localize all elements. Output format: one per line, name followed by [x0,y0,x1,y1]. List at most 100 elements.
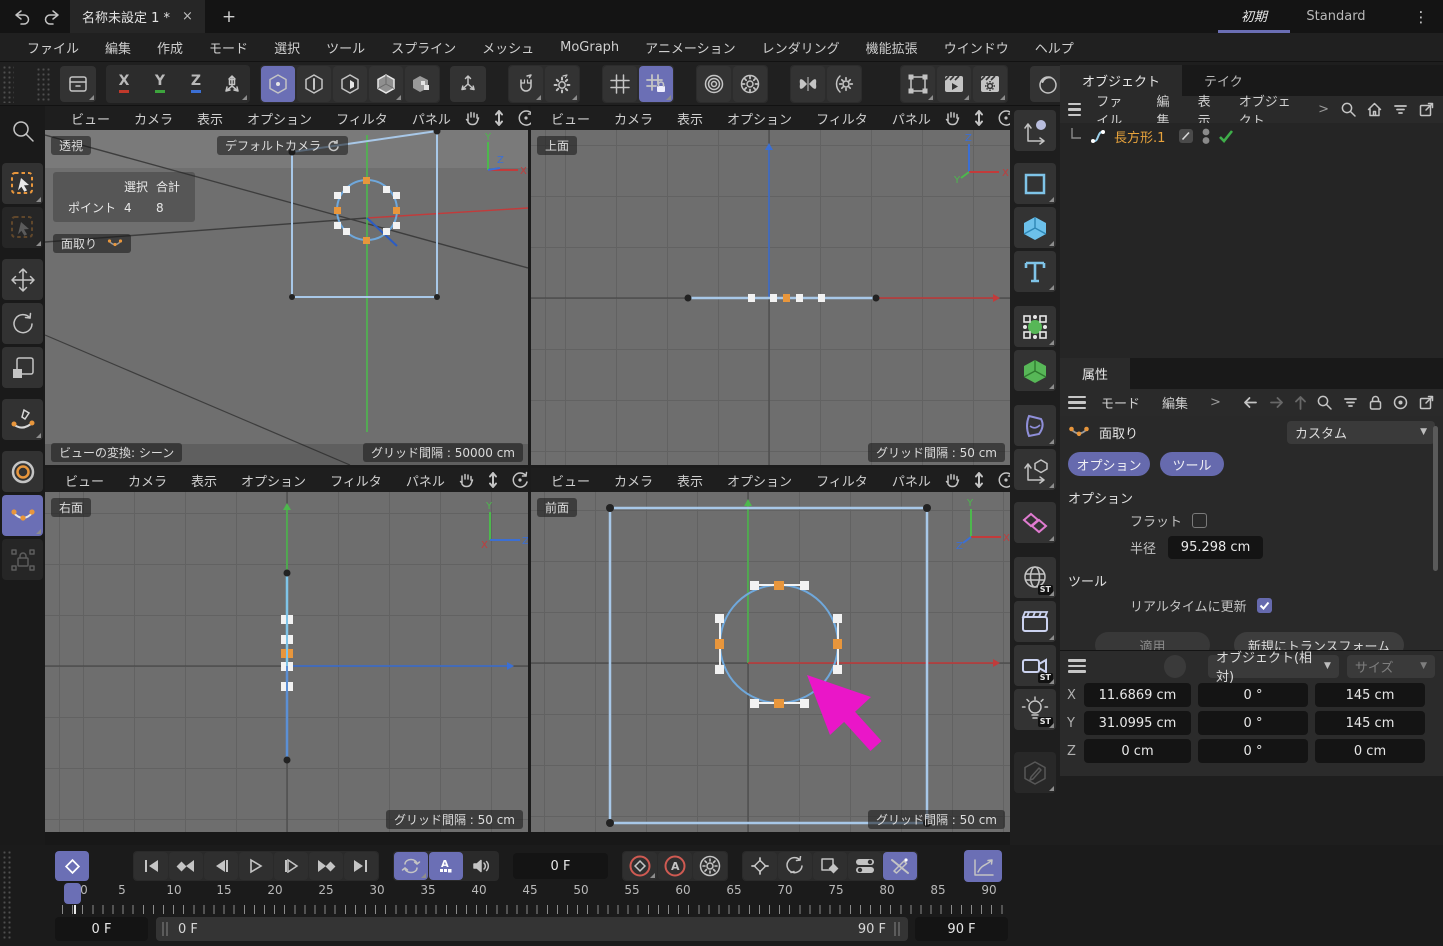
filter-parameter-icon[interactable] [848,852,882,880]
attr-menu-overflow[interactable]: > [1199,395,1232,410]
snap-settings-gear-icon[interactable] [545,66,579,102]
symmetry-butterfly-icon[interactable] [791,66,825,102]
rectangle-selection-tool-icon[interactable] [2,207,43,248]
goto-start-icon[interactable] [134,852,168,880]
texture-mode-icon[interactable] [405,66,439,102]
om-menu-overflow[interactable]: > [1307,102,1340,117]
vp-menu-display[interactable]: 表示 [179,471,229,490]
open-timeline-window-icon[interactable] [964,850,1002,882]
vp-menu-options[interactable]: オプション [715,109,804,128]
panel-menu-icon[interactable] [1068,103,1081,117]
subdivision-surface-icon[interactable] [1014,306,1056,347]
pan-hand-icon[interactable] [943,471,961,489]
menu-animation[interactable]: アニメーション [632,38,748,57]
vp-menu-display[interactable]: 表示 [665,109,715,128]
viewport-perspective-canvas[interactable]: Y X Z 透視 デフォルトカメラ 選択合計 ポイント48 面取り [45,130,528,465]
scale-tool-icon[interactable] [2,347,43,388]
coordinate-system-icon[interactable] [215,66,249,102]
parent-up-icon[interactable] [1294,395,1307,410]
null-axis-icon[interactable] [1014,449,1056,490]
search-commander-icon[interactable] [2,111,43,152]
timeline-drag-handle[interactable] [2,850,12,940]
record-keyframe-icon[interactable] [623,852,657,880]
realtime-checkbox[interactable] [1257,598,1272,613]
set-keyframe-button[interactable] [55,851,89,881]
search-icon[interactable] [1316,394,1333,411]
lock-workplane-icon[interactable] [639,66,673,102]
vp-menu-panel[interactable]: パネル [394,471,457,490]
vp-menu-filter[interactable]: フィルタ [804,109,880,128]
lock-y-button[interactable]: Y [143,66,177,102]
options-section-header[interactable]: オプション [1060,480,1443,507]
filter-icon[interactable] [1342,394,1359,411]
spline-primitives-icon[interactable] [1014,163,1056,204]
rotation-b-field[interactable]: 0 ° [1198,739,1308,763]
timeline-scrollbar[interactable]: 0 F 90 F [156,917,908,941]
layout-tab-initial[interactable]: 初期 [1218,0,1290,33]
menu-window[interactable]: ウインドウ [931,38,1022,57]
chamfer-tool-icon[interactable] [2,495,43,536]
render-settings-icon[interactable] [973,66,1007,102]
position-y-field[interactable]: 31.0995 cm [1084,711,1191,735]
coordinate-mode-dropdown[interactable]: オブジェクト(相対) ▼ [1208,655,1339,678]
attribute-scrollbar[interactable] [1433,426,1438,571]
autokey-record-icon[interactable]: A [658,852,692,880]
primitive-cube-icon[interactable] [1014,207,1056,248]
previous-frame-icon[interactable] [204,852,238,880]
pan-hand-icon[interactable] [463,109,481,127]
dolly-zoom-icon[interactable] [485,471,501,489]
magnet-locked-tool-icon[interactable] [2,539,43,580]
rotate-tool-icon[interactable] [2,303,43,344]
dolly-zoom-icon[interactable] [971,109,987,127]
autokey-icon[interactable]: A [429,852,463,880]
position-x-field[interactable]: 11.6869 cm [1084,683,1191,707]
menu-render[interactable]: レンダリング [749,38,853,57]
deformer-bend-icon[interactable] [1014,405,1056,446]
edge-mode-icon[interactable] [297,66,331,102]
filter-scale-icon[interactable] [813,852,847,880]
menu-help[interactable]: ヘルプ [1022,38,1087,57]
spline-pen-tool-icon[interactable] [2,399,43,440]
object-name[interactable]: 長方形.1 [1114,127,1165,146]
vp-menu-options[interactable]: オプション [715,471,804,490]
history-forward-icon[interactable] [1268,395,1285,410]
tool-page-button[interactable]: ツール [1160,452,1224,476]
search-icon[interactable] [1340,101,1357,118]
vp-menu-display[interactable]: 表示 [665,471,715,490]
move-tool-icon[interactable] [2,259,43,300]
undo-icon[interactable] [8,4,34,30]
vp-menu-camera[interactable]: カメラ [602,471,665,490]
viewport-front-canvas[interactable]: Y X Z 前面 グリッド間隔 : 50 cm [531,492,1010,832]
menu-mode[interactable]: モード [196,38,261,57]
previous-key-icon[interactable] [169,852,203,880]
rotation-p-field[interactable]: 0 ° [1198,711,1308,735]
layout-tab-standard[interactable]: Standard [1296,0,1376,33]
new-tab-button[interactable]: + [214,0,244,33]
history-back-icon[interactable] [1242,395,1259,410]
planar-workplane-icon[interactable] [697,66,731,102]
loop-mode-icon[interactable] [394,852,428,880]
rotation-h-field[interactable]: 0 ° [1198,683,1308,707]
camera-reset-icon[interactable] [327,140,340,152]
radius-field[interactable]: 95.298 cm [1168,536,1263,559]
next-key-icon[interactable] [309,852,343,880]
goto-end-icon[interactable] [344,852,378,880]
live-selection-tool-icon[interactable] [2,163,43,204]
menu-edit[interactable]: 編集 [92,38,144,57]
vp-menu-view[interactable]: ビュー [59,109,122,128]
menu-select[interactable]: 選択 [261,38,313,57]
render-region-icon[interactable] [901,66,935,102]
vp-menu-view[interactable]: ビュー [539,109,602,128]
object-tree[interactable]: 長方形.1 [1060,123,1443,358]
tools-section-header[interactable]: ツール [1060,561,1443,590]
vp-menu-camera[interactable]: カメラ [602,109,665,128]
layout-overflow-menu[interactable]: ⋮ [1406,0,1436,33]
motext-icon[interactable] [1014,251,1056,292]
vp-menu-view[interactable]: ビュー [539,471,602,490]
position-z-field[interactable]: 0 cm [1084,739,1191,763]
panel-menu-icon[interactable] [1068,396,1086,410]
lock-z-button[interactable]: Z [179,66,213,102]
camera-badge[interactable]: デフォルトカメラ [217,136,348,155]
range-end-field[interactable]: 90 F [915,917,1008,941]
flat-checkbox[interactable] [1192,513,1207,528]
